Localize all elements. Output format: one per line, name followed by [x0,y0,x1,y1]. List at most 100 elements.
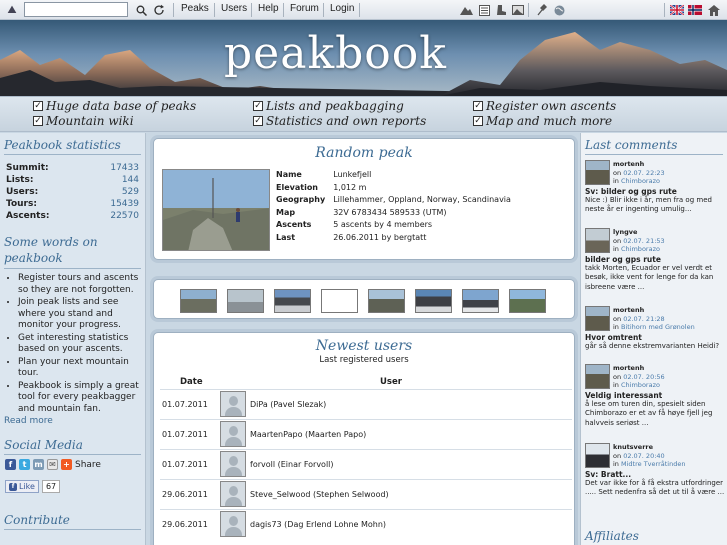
stats-title: Peakbook statistics [4,138,141,155]
comment-title[interactable]: Hvor omtrent [585,333,725,342]
facebook-icon[interactable]: f [5,459,16,470]
nav-peaks[interactable]: Peaks [181,3,209,14]
avatar[interactable] [220,511,246,538]
user-link[interactable]: Steve_Selwood (Stephen Selwood) [250,478,572,509]
photo-thumbnail[interactable] [274,289,311,313]
myspace-icon[interactable]: m [33,459,44,470]
avatar[interactable] [220,451,246,477]
newest-users-subtitle: Last registered users [319,355,409,365]
read-more-link[interactable]: Read more [0,416,145,426]
table-row: 01.07.2011 MaartenPapo (Maarten Papo) [160,418,572,449]
affiliates-title: Affiliates [585,529,724,545]
globe-icon[interactable] [551,2,567,18]
checkbox-icon: ✓ [473,116,483,126]
stat-row: Tours: 15439 [6,199,139,209]
avatar[interactable] [220,391,246,417]
comment-thumbnail[interactable] [585,160,610,185]
comment-title[interactable]: bilder og gps rute [585,255,725,264]
checkbox-icon: ✓ [253,101,263,111]
email-icon[interactable]: ✉ [47,459,58,470]
stat-row: Summit: 17433 [6,163,139,173]
photo-thumbnail[interactable] [462,289,499,313]
top-toolbar: ⛰ Peaks Users Help Forum Login [0,0,727,20]
table-header: Date User [160,375,572,389]
table-row: 29.06.2011 Steve_Selwood (Stephen Selwoo… [160,478,572,509]
stat-row: Lists: 144 [6,175,139,185]
nav-users[interactable]: Users [221,3,247,14]
flag-norway-icon[interactable] [688,5,702,15]
list-icon[interactable] [476,2,492,18]
user-link[interactable]: dagis73 (Dag Erlend Lohne Mohn) [250,508,572,539]
refresh-icon[interactable] [151,2,167,18]
feature-item: ✓ Statistics and own reports [253,114,427,128]
checkbox-icon: ✓ [473,101,483,111]
search-input[interactable] [24,2,128,17]
words-title: Some words on peakbook [4,234,141,269]
peak-photo[interactable] [162,169,270,251]
twitter-icon[interactable]: t [19,459,30,470]
comment-thumbnail[interactable] [585,228,610,253]
left-sidebar: Peakbook statistics Summit: 17433 Lists: 1… [0,133,146,545]
photo-thumbnail[interactable] [227,289,264,313]
feature-item: ✓ Register own ascents [473,99,617,113]
table-row: 01.07.2011 DiPa (Pavel Slezak) [160,388,572,419]
user-link[interactable]: forvoll (Einar Forvoll) [250,448,572,479]
boot-icon[interactable] [493,2,509,18]
right-sidebar: Last comments mortenh on 02.07. 22:23 in C… [580,133,727,545]
list-item: Get interesting statistics based on your… [18,333,141,356]
photo-thumbnail[interactable] [321,289,358,313]
house-icon[interactable] [706,2,722,18]
comment-title[interactable]: Sv: Bratt... [585,470,725,479]
comment-item: knutsverre on 02.07. 20:40 in Midtre Tverr… [585,443,725,496]
info-row: Name Lunkefjell [276,170,372,179]
share-label[interactable]: Share [75,460,101,470]
facebook-icon: f [9,482,17,491]
photo-thumbnail[interactable] [180,289,217,313]
checkbox-icon: ✓ [253,116,263,126]
comment-text: å lese om turen din, spesielt siden Chim… [585,399,713,427]
comment-text: takk Morten, Ecuador er vel verdt et bes… [585,263,714,291]
comment-text: går så denne ekstremvarianten Heidi? [585,341,720,350]
checkbox-icon: ✓ [33,116,43,126]
flag-uk-icon[interactable] [670,5,684,15]
avatar[interactable] [220,481,246,507]
like-button[interactable]: f Like [5,480,39,493]
pin-icon[interactable] [533,2,549,18]
brand-logo[interactable]: peakbook [224,28,447,79]
comment-title[interactable]: Sv: bilder og gps rute [585,187,725,196]
share-icon[interactable]: + [61,459,72,470]
comment-item: lyngve on 02.07. 21:53 in Chimborazo bilde… [585,228,725,292]
avatar[interactable] [220,421,246,447]
user-link[interactable]: MaartenPapo (Maarten Papo) [250,418,572,449]
feature-item: ✓ Mountain wiki [33,114,134,128]
nav-forum[interactable]: Forum [290,3,319,14]
photo-thumbnail[interactable] [509,289,546,313]
feature-item: ✓ Map and much more [473,114,613,128]
peak-info-table: Name Lunkefjell Elevation 1,012 m Geograph… [274,169,513,244]
header-banner: peakbook [0,20,727,96]
like-count: 67 [41,480,61,493]
mountain-icon[interactable] [458,2,474,18]
image-icon[interactable] [510,2,526,18]
random-peak-panel: Random peak Name Lunkefjell Elevation 1,01… [153,138,575,260]
comment-thumbnail[interactable] [585,364,610,389]
nav-login[interactable]: Login [330,3,354,14]
info-row: Elevation 1,012 m [276,182,367,192]
newest-users-title: Newest users [315,338,413,354]
stats-list: Summit: 17433 Lists: 144 Users: 529 Tours: 1… [0,162,145,222]
comment-thumbnail[interactable] [585,306,610,331]
last-comments-title: Last comments [585,138,723,155]
user-link[interactable]: DiPa (Pavel Slezak) [250,388,572,419]
home-logo-icon[interactable]: ⛰ [3,2,21,18]
stat-row: Ascents: 22570 [6,211,139,221]
feature-item: ✓ Huge data base of peaks [33,99,197,113]
search-icon[interactable] [133,2,149,18]
photo-thumbnail[interactable] [415,289,452,313]
comment-item: mortenh on 02.07. 21:28 in Bitihorn med Gr… [585,306,725,351]
comment-thumbnail[interactable] [585,443,610,468]
photo-thumbnail[interactable] [368,289,405,313]
nav-help[interactable]: Help [258,3,279,14]
col-user-header: User [380,376,402,387]
comment-title[interactable]: Veldig interessant [585,391,725,400]
feature-strip: ✓ Huge data base of peaks ✓ Lists and peak… [0,96,727,132]
